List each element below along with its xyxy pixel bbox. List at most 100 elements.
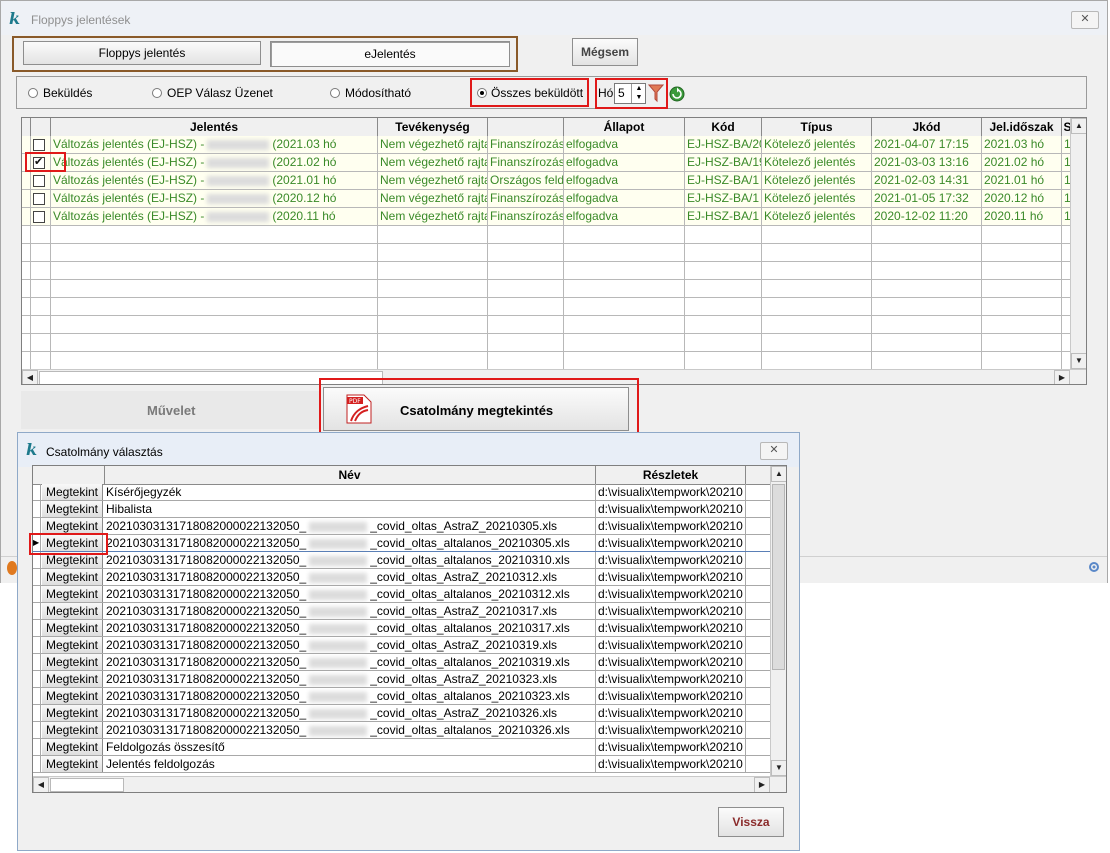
list-item[interactable]: Megtekint 20210303131718082000022132050_ _… [33,518,770,535]
row-checkbox[interactable] [33,211,45,223]
header-kod[interactable]: Kód [685,118,762,136]
megtekint-button[interactable]: Megtekint [42,586,103,602]
megtekint-button[interactable]: Megtekint [42,569,103,585]
attachment-horizontal-scrollbar[interactable]: ◀ ▶ [33,776,786,792]
dlg-h-scroll-thumb[interactable] [50,778,124,792]
header-tipus[interactable]: Típus [762,118,872,136]
table-row[interactable]: Változás jelentés (EJ-HSZ) - (2020.12 hó N… [22,190,1074,208]
megtekint-button[interactable]: Megtekint [42,654,103,670]
dlg-scroll-down-icon[interactable]: ▼ [771,760,786,776]
redacted-name [309,708,368,719]
scroll-up-icon[interactable]: ▲ [1071,118,1086,134]
table-row[interactable]: Változás jelentés (EJ-HSZ) - (2021.03 hó N… [22,136,1074,154]
header-nev[interactable]: Név [104,466,596,484]
list-item[interactable]: ▶ Megtekint 20210303131718082000022132050_… [33,535,770,552]
row-indicator [22,262,31,279]
cell-jel [51,244,378,261]
header-reszletek[interactable]: Részletek [596,466,746,484]
back-button[interactable]: Vissza [718,807,784,837]
list-item[interactable]: Megtekint 20210303131718082000022132050_ _… [33,722,770,739]
spinner-up-icon[interactable]: ▲ [631,84,646,93]
cell-tipus: Kötelező jelentés [762,136,872,153]
list-item[interactable]: Megtekint 20210303131718082000022132050_ _… [33,552,770,569]
radio-bekuldes-icon [28,88,38,98]
megtekint-button[interactable]: Megtekint [42,603,103,619]
list-item[interactable]: Megtekint 20210303131718082000022132050_ _… [33,586,770,603]
list-item[interactable]: Megtekint 20210303131718082000022132050_ _… [33,671,770,688]
attachment-name-suffix: _covid_oltas_altalanos_20210319.xls [370,655,570,669]
megtekint-button[interactable]: Megtekint [42,620,103,636]
list-item[interactable]: Megtekint 20210303131718082000022132050_ _… [33,637,770,654]
list-item[interactable]: Megtekint Kísérőjegyzék d:\visualix\tempwo… [33,484,770,501]
dlg-scroll-right-icon[interactable]: ▶ [754,777,770,792]
megtekint-button[interactable]: Megtekint [42,688,103,704]
cell-jkod [872,262,982,279]
list-item[interactable]: Megtekint 20210303131718082000022132050_ _… [33,569,770,586]
table-row[interactable]: Változás jelentés (EJ-HSZ) - (2021.01 hó N… [22,172,1074,190]
settings-gear-icon[interactable] [1087,560,1101,574]
attachment-details: d:\visualix\tempwork\20210 [596,586,746,602]
redacted-name [207,175,270,186]
spinner-down-icon[interactable]: ▼ [631,93,646,103]
scroll-right-icon[interactable]: ▶ [1054,370,1070,384]
table-row[interactable]: Változás jelentés (EJ-HSZ) - (2021.02 hó N… [22,154,1074,172]
dlg-scroll-left-icon[interactable]: ◀ [33,777,49,792]
megtekint-button[interactable]: Megtekint [42,722,103,738]
scroll-left-icon[interactable]: ◀ [22,370,38,384]
header-jel-idoszak[interactable]: Jel.időszak [982,118,1062,136]
tab-floppys-jelentes[interactable]: Floppys jelentés [23,41,261,65]
cell-tipus: Kötelező jelentés [762,172,872,189]
list-item[interactable]: Megtekint Hibalista d:\visualix\tempwork\2… [33,501,770,518]
megtekint-button[interactable]: Megtekint [42,739,103,755]
header-jelentes[interactable]: Jelentés [51,118,378,136]
scroll-down-icon[interactable]: ▼ [1071,353,1086,369]
cell-allapot: elfogadva [564,136,685,153]
radio-osszes-label: Összes beküldött [491,86,584,100]
header-jkod[interactable]: Jkód [872,118,982,136]
megtekint-button[interactable]: Megtekint [42,705,103,721]
list-item[interactable]: Megtekint 20210303131718082000022132050_ _… [33,654,770,671]
month-spinner[interactable]: 5 ▲ ▼ [614,83,646,104]
filter-funnel-icon[interactable] [648,83,664,103]
row-checkbox[interactable] [33,139,45,151]
close-button[interactable]: ✕ [1071,11,1099,29]
megtekint-button[interactable]: Megtekint [42,756,103,772]
cell-tev [378,334,488,351]
cell-idoszak: 2021.02 hó [982,154,1062,171]
megtekint-button[interactable]: Megtekint [42,501,103,517]
row-checkbox[interactable] [33,175,45,187]
cell-jel [51,226,378,243]
cell-tipus [762,334,872,351]
header-allapot[interactable]: Állapot [564,118,685,136]
cell-tev2: Finanszírozás [490,136,564,153]
cell-jel-prefix: Változás jelentés (EJ-HSZ) - [53,155,205,169]
list-item[interactable]: Megtekint Feldolgozás összesítő d:\visuali… [33,739,770,756]
header-blank[interactable] [488,118,564,136]
dlg-scroll-up-icon[interactable]: ▲ [771,466,786,482]
cell-idoszak [982,280,1062,297]
dlg-scroll-thumb[interactable] [772,484,785,670]
table-row[interactable]: Változás jelentés (EJ-HSZ) - (2020.11 hó N… [22,208,1074,226]
attachment-name: 20210303131718082000022132050_ _covid_olt… [104,637,596,653]
refresh-icon[interactable] [669,86,685,102]
dialog-close-button[interactable]: ✕ [760,442,788,460]
cell-kod [685,352,762,369]
cancel-button[interactable]: Mégsem [572,38,638,66]
attachment-name: 20210303131718082000022132050_ _covid_olt… [104,535,596,551]
grid-vertical-scrollbar[interactable]: ▲ ▼ [1070,118,1086,369]
megtekint-button[interactable]: Megtekint [42,671,103,687]
list-item[interactable]: Megtekint 20210303131718082000022132050_ _… [33,705,770,722]
cell-jel: Változás jelentés (EJ-HSZ) - (2020.12 hó [51,190,378,207]
attachment-vertical-scrollbar[interactable]: ▲ ▼ [770,466,786,776]
view-attachment-button[interactable]: PDF Csatolmány megtekintés [323,387,629,431]
list-item[interactable]: Megtekint Jelentés feldolgozás d:\visualix… [33,756,770,773]
megtekint-button[interactable]: Megtekint [42,518,103,534]
tab-ejelentes[interactable]: eJelentés [270,41,510,67]
list-item[interactable]: Megtekint 20210303131718082000022132050_ _… [33,603,770,620]
list-item[interactable]: Megtekint 20210303131718082000022132050_ _… [33,688,770,705]
megtekint-button[interactable]: Megtekint [42,637,103,653]
header-tevekenyseg[interactable]: Tevékenység [378,118,488,136]
list-item[interactable]: Megtekint 20210303131718082000022132050_ _… [33,620,770,637]
row-checkbox[interactable] [33,193,45,205]
megtekint-button[interactable]: Megtekint [42,484,103,500]
